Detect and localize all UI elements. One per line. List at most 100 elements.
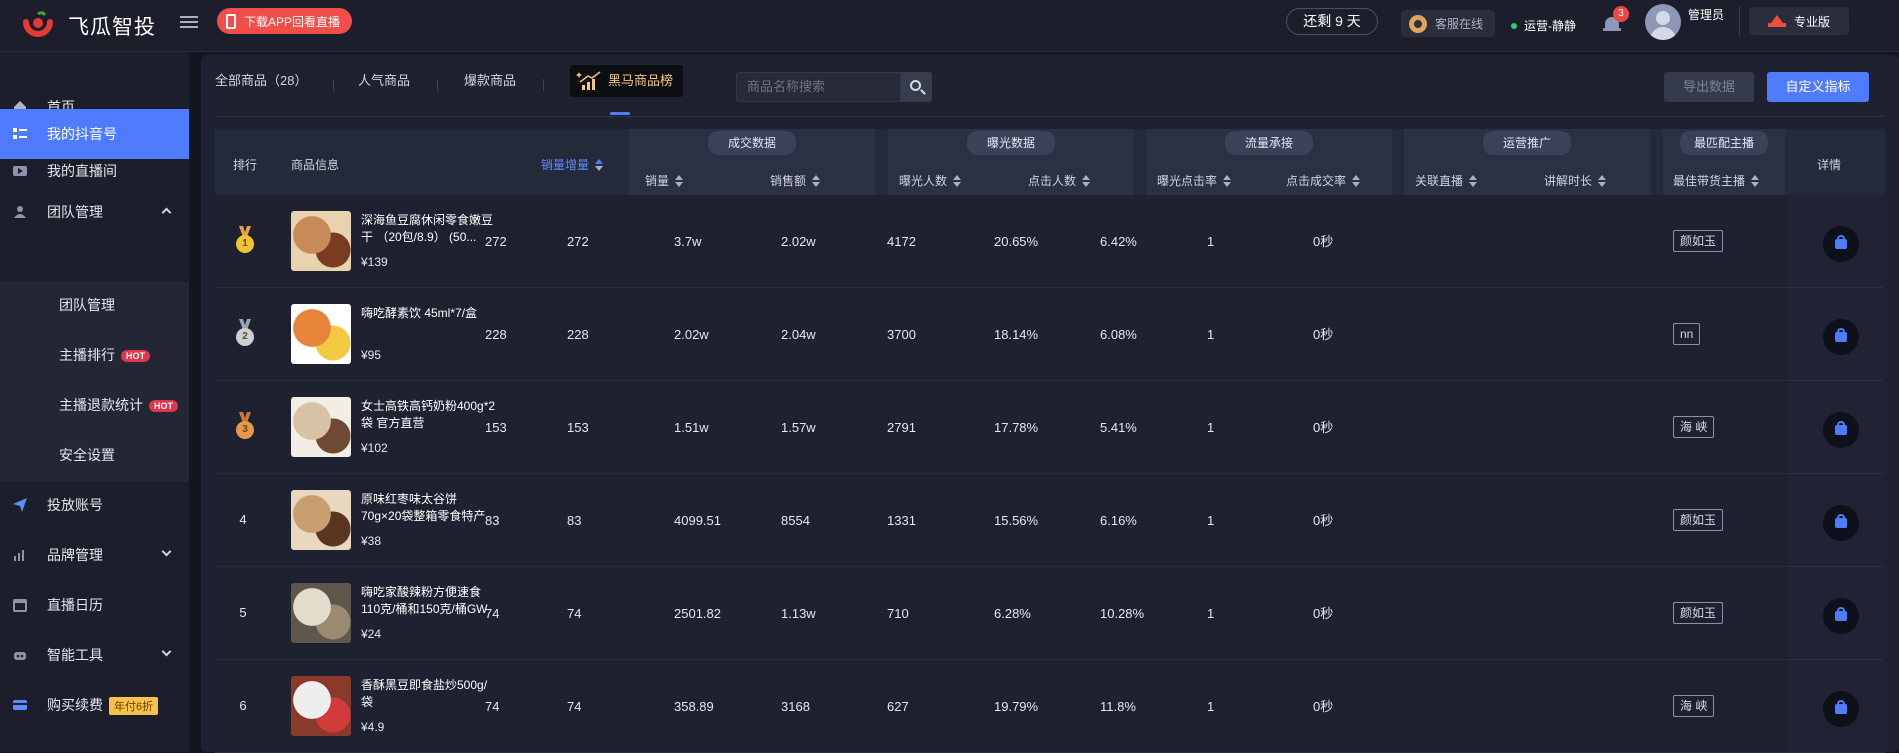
chevron-up-icon (161, 207, 172, 218)
sort-icon (1082, 175, 1091, 187)
table-row[interactable]: 3 女士高铁高钙奶粉400g*2袋 官方直营 ¥102 153 153 1.51w 1.57… (215, 381, 1885, 474)
export-button[interactable]: 导出数据 (1664, 72, 1754, 102)
avatar[interactable] (1645, 4, 1681, 40)
anchor-tag[interactable]: 颜如玉 (1673, 230, 1724, 252)
rank-cell: 3 (233, 412, 254, 440)
search-input[interactable]: 商品名称搜索 (736, 72, 901, 102)
group-label: 曝光数据 (967, 131, 1055, 155)
col-clicks[interactable]: 点击人数 (1028, 172, 1091, 189)
cell-explain-time: 0秒 (1313, 327, 1334, 342)
anchor-tag[interactable]: 海 峡 (1673, 416, 1715, 438)
submenu-item-security[interactable]: 安全设置 (0, 430, 189, 480)
cell-revenue: 358.89 (674, 699, 714, 714)
product-thumbnail[interactable] (291, 583, 351, 643)
cell-sales: 83 (567, 513, 582, 528)
search-button[interactable] (901, 72, 932, 102)
anchor-tag[interactable]: 颜如玉 (1673, 509, 1724, 531)
logo[interactable]: 飞瓜智投 (22, 10, 156, 42)
product-price: ¥102 (361, 441, 388, 455)
days-left-badge[interactable]: 还剩 9 天 (1286, 8, 1378, 35)
cell-related-live: 1 (1207, 513, 1215, 528)
col-best-anchor[interactable]: 最佳带货主播 (1673, 172, 1760, 189)
product-name[interactable]: 香酥黑豆即食盐炒500g/袋 (361, 677, 496, 711)
product-name[interactable]: 嗨吃家酸辣粉方便速食110克/桶和150克/桶GW (361, 584, 496, 618)
operator-status[interactable]: 运营-静静 (1511, 17, 1576, 34)
sidebar-item-ad-accounts[interactable]: 投放账号 (0, 480, 189, 530)
cell-revenue: 4099.51 (674, 513, 721, 528)
product-thumbnail[interactable] (291, 211, 351, 271)
anchor-tag[interactable]: 颜如玉 (1673, 602, 1724, 624)
detail-button[interactable] (1823, 598, 1859, 634)
col-related-live[interactable]: 关联直播 (1415, 172, 1478, 189)
col-detail: 详情 (1817, 158, 1842, 172)
detail-button[interactable] (1823, 691, 1859, 727)
col-cvr[interactable]: 点击成交率 (1286, 172, 1361, 189)
robot-icon (14, 652, 26, 660)
tab-popular-products[interactable]: 人气商品 (358, 65, 410, 97)
product-thumbnail[interactable] (291, 490, 351, 550)
cell-exposure: 2.02w (781, 234, 816, 249)
sidebar-item-label: 直播日历 (47, 597, 103, 613)
col-label: 销量 (645, 174, 670, 188)
col-sales[interactable]: 销量 (645, 172, 684, 189)
sidebar-item-live-calendar[interactable]: 直播日历 (0, 580, 189, 630)
submenu-item-label: 主播排行 (59, 347, 115, 363)
table-row[interactable]: 2 嗨吃酵素饮 45ml*7/盒 ¥95 228 228 2.02w 2.04w 3700 18… (215, 288, 1885, 381)
submenu-item-refund-stats[interactable]: 主播退款统计 HOT (0, 380, 189, 430)
cell-explain-time: 0秒 (1313, 513, 1334, 528)
product-thumbnail[interactable] (291, 676, 351, 736)
sidebar-item-label: 购买续费 (47, 697, 103, 713)
download-app-button[interactable]: 下载APP回看直播 (217, 8, 353, 34)
col-ctr[interactable]: 曝光点击率 (1157, 172, 1232, 189)
col-label: 曝光点击率 (1157, 174, 1218, 188)
tab-dark-horse[interactable]: 黑马商品榜 (570, 65, 684, 97)
submenu-item-anchor-ranking[interactable]: 主播排行 HOT (0, 330, 189, 380)
product-name[interactable]: 女士高铁高钙奶粉400g*2袋 官方直营 (361, 398, 496, 432)
product-price: ¥95 (361, 348, 382, 362)
cell-ctr: 6.28% (994, 606, 1031, 621)
app-name: 飞瓜智投 (68, 16, 156, 39)
custom-metrics-button[interactable]: 自定义指标 (1767, 72, 1869, 102)
detail-button[interactable] (1823, 226, 1859, 262)
table-row[interactable]: 4 原味红枣味太谷饼70g×20袋整箱零食特产面包点心... ¥38 83 83 4099… (215, 474, 1885, 567)
col-revenue[interactable]: 销售额 (770, 172, 821, 189)
table-row[interactable]: 1 深海鱼豆腐休闲零食嫩豆干 （20包/8.9） (50... ¥139 272 272… (215, 195, 1885, 288)
cell-clicks: 3700 (887, 327, 916, 342)
cell-sales-increment: 153 (485, 420, 507, 435)
plan-button[interactable]: 专业版 (1749, 7, 1849, 35)
sidebar-item-team-management[interactable]: 团队管理 (0, 187, 189, 237)
user-name[interactable]: 管理员 (1688, 6, 1724, 23)
bag-icon-body (1835, 239, 1847, 249)
table-row[interactable]: 6 香酥黑豆即食盐炒500g/袋 ¥4.9 74 74 358.89 3168 627 19.7… (215, 660, 1885, 753)
operator-label: 运营-静静 (1524, 19, 1576, 33)
tab-hot-products[interactable]: 爆款商品 (464, 65, 516, 97)
sidebar-item-purchase[interactable]: 购买续费 年付6折 (0, 680, 189, 730)
customer-service-button[interactable]: 客服在线 (1401, 10, 1495, 37)
table-row[interactable]: 5 嗨吃家酸辣粉方便速食110克/桶和150克/桶GW ¥24 74 74 2501.82… (215, 567, 1885, 660)
menu-toggle-icon[interactable] (180, 13, 198, 29)
col-explain-time[interactable]: 讲解时长 (1544, 172, 1607, 189)
product-thumbnail[interactable] (291, 397, 351, 457)
product-name[interactable]: 深海鱼豆腐休闲零食嫩豆干 （20包/8.9） (50... (361, 212, 496, 246)
online-dot-icon (1511, 22, 1517, 29)
bag-icon-body (1835, 704, 1847, 714)
col-exposure[interactable]: 曝光人数 (899, 172, 962, 189)
cell-cvr: 5.41% (1100, 420, 1137, 435)
tab-all-products[interactable]: 全部商品（28） (215, 65, 307, 97)
submenu-item-label: 安全设置 (59, 447, 115, 463)
anchor-tag[interactable]: 海 峡 (1673, 695, 1715, 717)
sidebar-item-brand[interactable]: 品牌管理 (0, 530, 189, 580)
product-name[interactable]: 嗨吃酵素饮 45ml*7/盒 (361, 305, 496, 322)
detail-button[interactable] (1823, 505, 1859, 541)
col-sales-increment[interactable]: 销量增量 (541, 156, 604, 173)
cell-ctr: 17.78% (994, 420, 1039, 435)
detail-button[interactable] (1823, 319, 1859, 355)
product-thumbnail[interactable] (291, 304, 351, 364)
product-name[interactable]: 原味红枣味太谷饼70g×20袋整箱零食特产面包点心... (361, 491, 496, 525)
cell-cvr: 6.08% (1100, 327, 1137, 342)
bag-icon-body (1835, 611, 1847, 621)
submenu-item-team-management[interactable]: 团队管理 (0, 280, 189, 330)
sidebar-item-smart-tools[interactable]: 智能工具 (0, 630, 189, 680)
detail-button[interactable] (1823, 412, 1859, 448)
anchor-tag[interactable]: nn (1673, 323, 1701, 345)
